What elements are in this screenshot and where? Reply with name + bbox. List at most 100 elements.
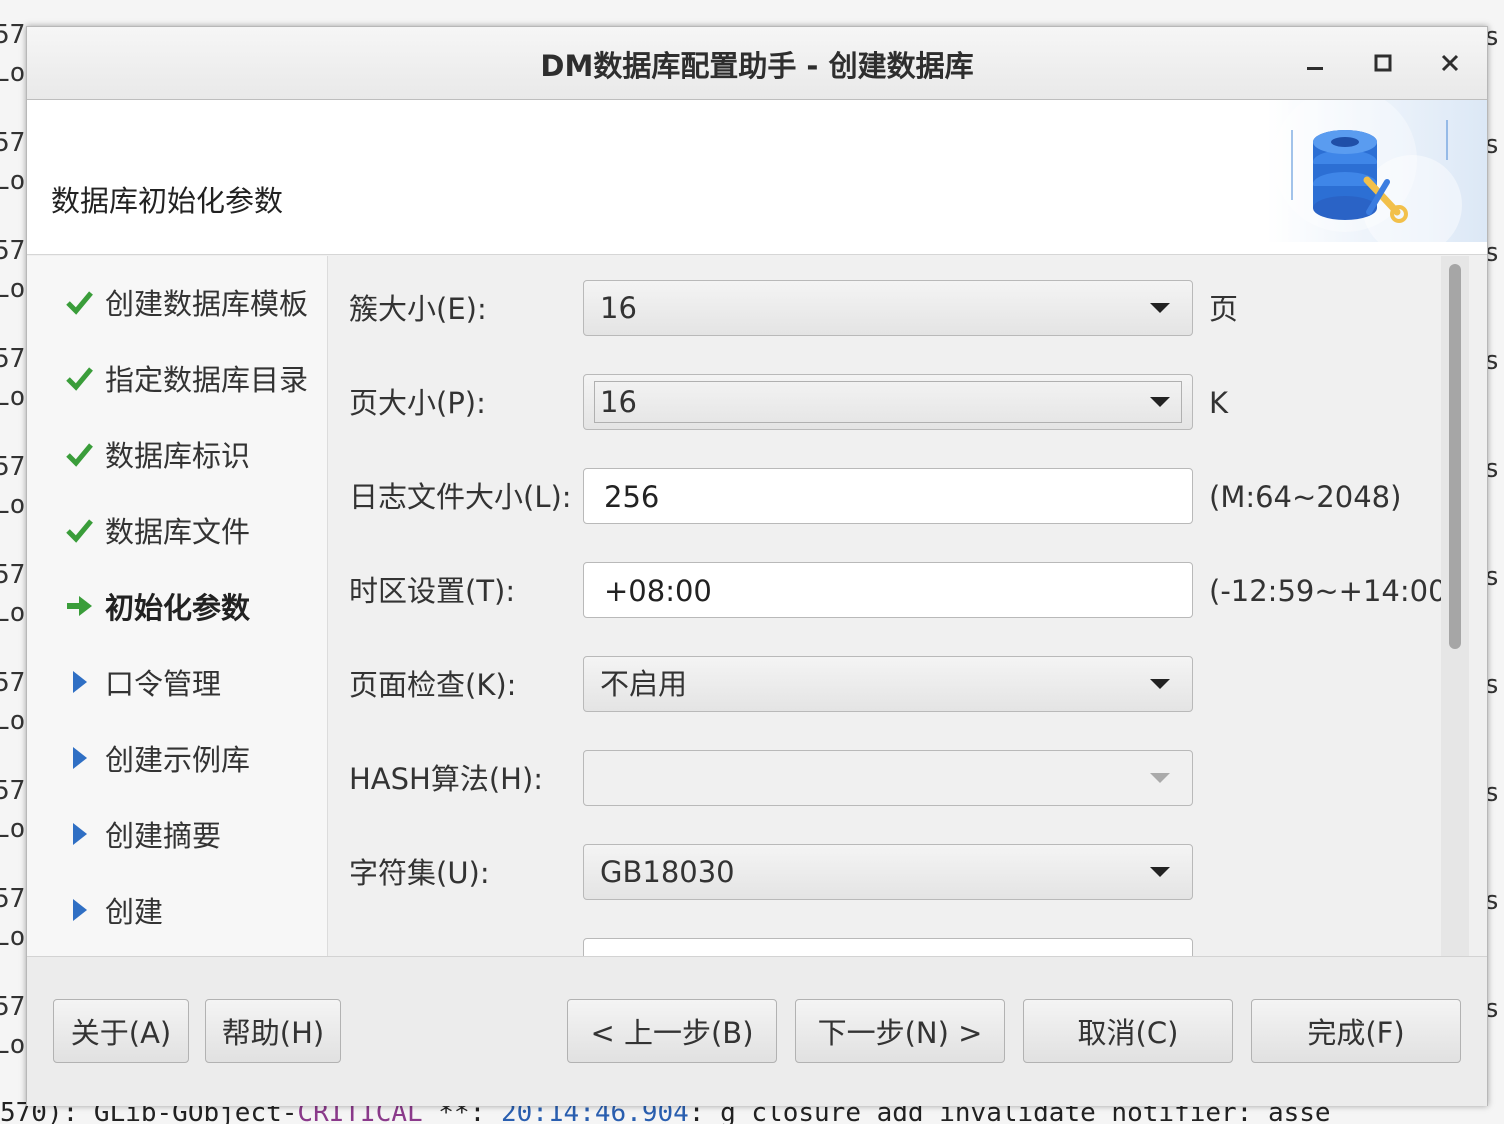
page-size-select[interactable]: 16 <box>583 374 1193 430</box>
log-size-field[interactable] <box>583 468 1193 525</box>
check-icon <box>61 360 97 396</box>
init-params-form: 簇大小(E): 16 页 页大小(P): 16 K 日志文件大小(L): (M:… <box>329 256 1441 956</box>
charset-label: 字符集(U): <box>349 856 490 890</box>
dropdown-arrow-icon <box>1150 679 1170 689</box>
page-size-unit: K <box>1209 386 1229 420</box>
terminal-fragment: Lo <box>0 58 26 88</box>
step-sample-db[interactable]: 创建示例库 <box>61 736 250 780</box>
terminal-fragment: 57 <box>0 560 26 590</box>
page-check-select[interactable]: 不启用 <box>583 656 1193 712</box>
page-title: 数据库初始化参数 <box>51 184 284 218</box>
minimize-button[interactable] <box>1297 45 1333 81</box>
terminal-fragment: Lo <box>0 706 26 736</box>
log-size-input[interactable] <box>602 469 1186 525</box>
minimize-icon <box>1307 67 1323 70</box>
extent-size-select[interactable]: 16 <box>583 280 1193 336</box>
terminal-fragment: s <box>1486 346 1500 376</box>
extent-size-unit: 页 <box>1209 292 1239 326</box>
step-label: 创建数据库模板 <box>105 287 309 321</box>
terminal-fragment: s <box>1486 562 1500 592</box>
focus-ring <box>594 381 1182 423</box>
extent-size-label: 簇大小(E): <box>349 292 487 326</box>
window-title: DM数据库配置助手 - 创建数据库 <box>540 49 974 83</box>
cancel-button[interactable]: 取消(C) <box>1023 999 1233 1063</box>
dropdown-arrow-icon <box>1150 397 1170 407</box>
dm-config-dialog: DM数据库配置助手 - 创建数据库 数据库初始化参数 创建数据库模板 指定数据库… <box>26 26 1488 1106</box>
terminal-fragment: Lo <box>0 166 26 196</box>
step-create[interactable]: 创建 <box>61 888 163 932</box>
terminal-fragment: Lo <box>0 1030 26 1060</box>
check-icon <box>61 436 97 472</box>
terminal-fragment: Lo <box>0 274 26 304</box>
charset-select[interactable]: GB18030 <box>583 844 1193 900</box>
dropdown-arrow-icon <box>1150 867 1170 877</box>
close-icon <box>1441 54 1459 72</box>
triangle-right-icon <box>61 816 97 852</box>
step-label: 数据库标识 <box>105 439 251 473</box>
step-label: 数据库文件 <box>105 515 251 549</box>
terminal-fragment: Lo <box>0 382 26 412</box>
step-db-directory[interactable]: 指定数据库目录 <box>61 356 308 400</box>
terminal-fragment: Lo <box>0 922 26 952</box>
terminal-fragment: 57 <box>0 344 26 374</box>
charset-value: GB18030 <box>600 855 735 889</box>
terminal-fragment: 57 <box>0 452 26 482</box>
scrollbar-thumb[interactable] <box>1449 264 1461 649</box>
step-create-template[interactable]: 创建数据库模板 <box>61 280 308 324</box>
hash-algo-select[interactable] <box>583 750 1193 806</box>
page-check-value: 不启用 <box>600 667 688 701</box>
page-header: 数据库初始化参数 <box>27 88 1487 255</box>
step-label: 创建摘要 <box>105 819 222 853</box>
hash-algo-label: HASH算法(H): <box>349 762 544 796</box>
triangle-right-icon <box>61 892 97 928</box>
terminal-fragment: s <box>1486 22 1500 52</box>
help-button[interactable]: 帮助(H) <box>205 999 341 1063</box>
time-zone-hint: (-12:59~+14:00) <box>1209 574 1441 608</box>
step-db-identity[interactable]: 数据库标识 <box>61 432 250 476</box>
close-button[interactable] <box>1432 45 1468 81</box>
terminal-fragment: 57 <box>0 992 26 1022</box>
header-banner <box>1267 88 1487 255</box>
terminal-fragment: Lo <box>0 598 26 628</box>
page-size-label: 页大小(P): <box>349 386 486 420</box>
terminal-fragment: Lo <box>0 814 26 844</box>
step-summary[interactable]: 创建摘要 <box>61 812 221 856</box>
terminal-left-edge: 57 Lo 57 Lo 57 Lo 57 Lo 57 Lo 57 Lo 57 L… <box>0 0 26 1124</box>
next-button[interactable]: 下一步(N) > <box>795 999 1005 1063</box>
maximize-icon <box>1374 54 1392 72</box>
terminal-fragment: Lo <box>0 490 26 520</box>
arrow-right-icon <box>61 588 97 624</box>
terminal-fragment: 57 <box>0 128 26 158</box>
check-icon <box>61 512 97 548</box>
finish-button[interactable]: 完成(F) <box>1251 999 1461 1063</box>
terminal-fragment: s <box>1486 238 1500 268</box>
log-size-label: 日志文件大小(L): <box>349 480 572 514</box>
terminal-fragment: s <box>1486 886 1500 916</box>
next-row-field[interactable] <box>583 938 1193 956</box>
terminal-fragment: 57 <box>0 776 26 806</box>
log-size-hint: (M:64~2048) <box>1209 480 1402 514</box>
steps-sidebar: 创建数据库模板 指定数据库目录 数据库标识 数据库文件 初始化参数 口令管理 创… <box>27 256 328 956</box>
page-size-value: 16 <box>600 385 637 419</box>
maximize-button[interactable] <box>1365 45 1401 81</box>
terminal-fragment: 57 <box>0 668 26 698</box>
terminal-fragment: s <box>1486 994 1500 1024</box>
prev-button[interactable]: < 上一步(B) <box>567 999 777 1063</box>
terminal-fragment: s <box>1486 778 1500 808</box>
terminal-fragment: 57 <box>0 20 26 50</box>
page-check-label: 页面检查(K): <box>349 668 517 702</box>
terminal-fragment: s <box>1486 670 1500 700</box>
step-password[interactable]: 口令管理 <box>61 660 221 704</box>
time-zone-input[interactable] <box>602 563 1186 619</box>
step-label: 创建 <box>105 895 164 929</box>
step-label: 初始化参数 <box>105 591 251 625</box>
step-init-params[interactable]: 初始化参数 <box>61 584 250 628</box>
step-db-files[interactable]: 数据库文件 <box>61 508 250 552</box>
triangle-right-icon <box>61 740 97 776</box>
about-button[interactable]: 关于(A) <box>53 999 189 1063</box>
time-zone-field[interactable] <box>583 562 1193 619</box>
form-scrollbar[interactable] <box>1441 256 1469 956</box>
dropdown-arrow-icon <box>1150 303 1170 313</box>
database-settings-icon <box>1273 88 1462 255</box>
title-bar[interactable]: DM数据库配置助手 - 创建数据库 <box>27 27 1487 100</box>
